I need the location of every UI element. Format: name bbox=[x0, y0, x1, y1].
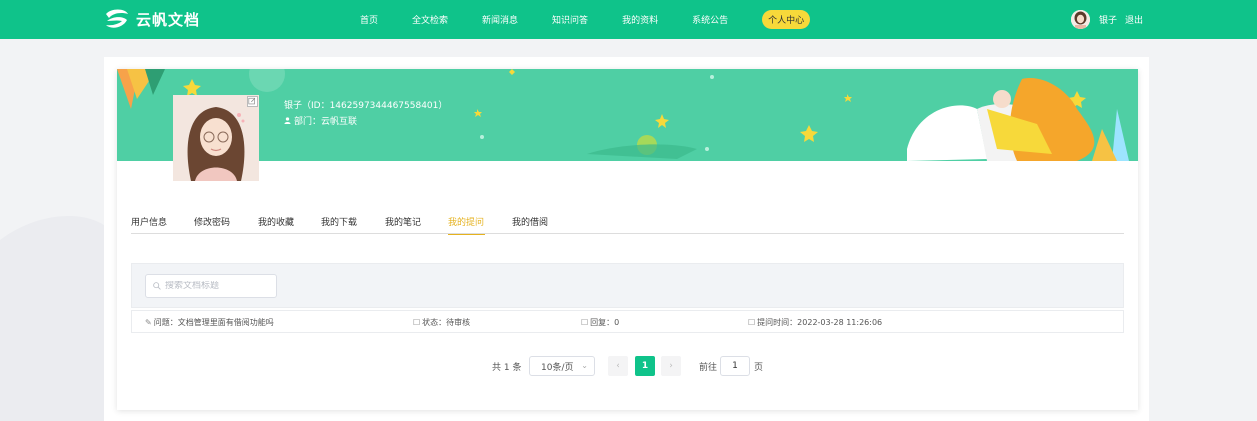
nav-item-fulltext-search[interactable]: 全文检索 bbox=[412, 13, 448, 26]
page-size-value: 10条/页 bbox=[541, 362, 574, 373]
profile-name-id: 银子（ID：1462597344467558401） bbox=[284, 101, 448, 111]
department-text: 部门：云帆互联 bbox=[294, 117, 358, 127]
filter-area bbox=[131, 263, 1124, 308]
nav-item-announcements[interactable]: 系统公告 bbox=[692, 13, 728, 26]
logout-link[interactable]: 退出 bbox=[1125, 13, 1143, 26]
goto-label: 前往 bbox=[699, 363, 718, 373]
profile-department: 部门：云帆互联 bbox=[284, 114, 357, 127]
status-cell: ☐ 状态：待审核 bbox=[413, 317, 470, 328]
question-icon: ✎ bbox=[145, 318, 152, 327]
app-logo-text: 云帆文档 bbox=[136, 10, 201, 29]
calendar-icon: ☐ bbox=[748, 318, 756, 327]
main-nav: 首页 全文检索 新闻消息 知识问答 我的资料 系统公告 个人中心 bbox=[360, 0, 811, 39]
reply-icon: ☐ bbox=[581, 318, 589, 327]
status-text: 状态：待审核 bbox=[422, 318, 471, 327]
user-area: 银子 退出 bbox=[1071, 10, 1143, 29]
search-icon bbox=[153, 282, 161, 290]
nav-item-qa[interactable]: 知识问答 bbox=[552, 13, 588, 26]
prev-page-button[interactable]: ‹ bbox=[608, 356, 628, 376]
edit-avatar-icon[interactable] bbox=[247, 96, 258, 107]
goto-page-input[interactable] bbox=[720, 356, 750, 376]
tab-change-password[interactable]: 修改密码 bbox=[194, 215, 258, 235]
top-nav-bar: 云帆文档 首页 全文检索 新闻消息 知识问答 我的资料 系统公告 个人中心 银子… bbox=[0, 0, 1257, 39]
background-swirl-icon bbox=[0, 216, 110, 421]
profile-banner bbox=[117, 69, 1138, 161]
user-icon bbox=[284, 117, 291, 124]
tab-my-borrowings[interactable]: 我的借阅 bbox=[512, 215, 562, 235]
total-count: 共 1 条 bbox=[492, 362, 522, 373]
next-page-button[interactable]: › bbox=[661, 356, 681, 376]
current-page-number: 1 bbox=[641, 361, 649, 371]
time-text: 提问时间：2022-03-28 11:26:06 bbox=[757, 318, 883, 327]
tab-my-favorites[interactable]: 我的收藏 bbox=[258, 215, 321, 235]
profile-avatar bbox=[173, 95, 259, 181]
reply-cell: ☐ 回复：0 bbox=[581, 317, 619, 328]
logo-icon bbox=[106, 9, 128, 28]
profile-avatar-image bbox=[173, 95, 259, 181]
tab-my-questions[interactable]: 我的提问 bbox=[448, 215, 485, 235]
banner-illustration-icon bbox=[117, 69, 1129, 161]
search-input[interactable] bbox=[165, 281, 275, 291]
app-logo[interactable]: 云帆文档 bbox=[103, 7, 200, 31]
table-row[interactable]: ✎ 问题：文档管理里面有借阅功能吗 ☐ 状态：待审核 ☐ 回复：0 ☐ 提问时间… bbox=[131, 310, 1124, 333]
nav-item-home[interactable]: 首页 bbox=[360, 13, 378, 26]
nav-item-my-materials[interactable]: 我的资料 bbox=[622, 13, 658, 26]
status-icon: ☐ bbox=[413, 318, 421, 327]
nav-item-news[interactable]: 新闻消息 bbox=[482, 13, 518, 26]
question-text[interactable]: 问题：文档管理里面有借阅功能吗 bbox=[154, 317, 274, 328]
page-size-select[interactable]: 10条/页 ⌄ bbox=[529, 356, 595, 376]
user-name[interactable]: 银子 bbox=[1099, 13, 1117, 26]
goto-suffix: 页 bbox=[754, 363, 764, 373]
tab-user-info[interactable]: 用户信息 bbox=[131, 215, 194, 235]
question-cell: ✎ 问题：文档管理里面有借阅功能吗 bbox=[145, 317, 274, 328]
pagination-total: 共 1 条 bbox=[492, 356, 521, 376]
tab-my-downloads[interactable]: 我的下载 bbox=[321, 215, 385, 235]
nav-item-personal-center[interactable]: 个人中心 bbox=[762, 10, 811, 29]
user-avatar[interactable] bbox=[1071, 10, 1090, 29]
time-cell: ☐ 提问时间：2022-03-28 11:26:06 bbox=[748, 317, 882, 328]
chevron-right-icon: › bbox=[669, 361, 673, 371]
profile-tabs: 用户信息 修改密码 我的收藏 我的下载 我的笔记 我的提问 我的借阅 bbox=[131, 215, 562, 235]
search-box[interactable] bbox=[145, 274, 277, 298]
user-avatar-icon bbox=[1071, 10, 1090, 29]
tab-my-notes[interactable]: 我的笔记 bbox=[385, 215, 448, 235]
tabs-divider bbox=[131, 233, 1124, 234]
chevron-down-icon: ⌄ bbox=[581, 361, 588, 370]
page-button-current[interactable]: 1 bbox=[635, 356, 655, 376]
reply-text: 回复：0 bbox=[590, 318, 620, 327]
chevron-left-icon: ‹ bbox=[616, 361, 620, 371]
